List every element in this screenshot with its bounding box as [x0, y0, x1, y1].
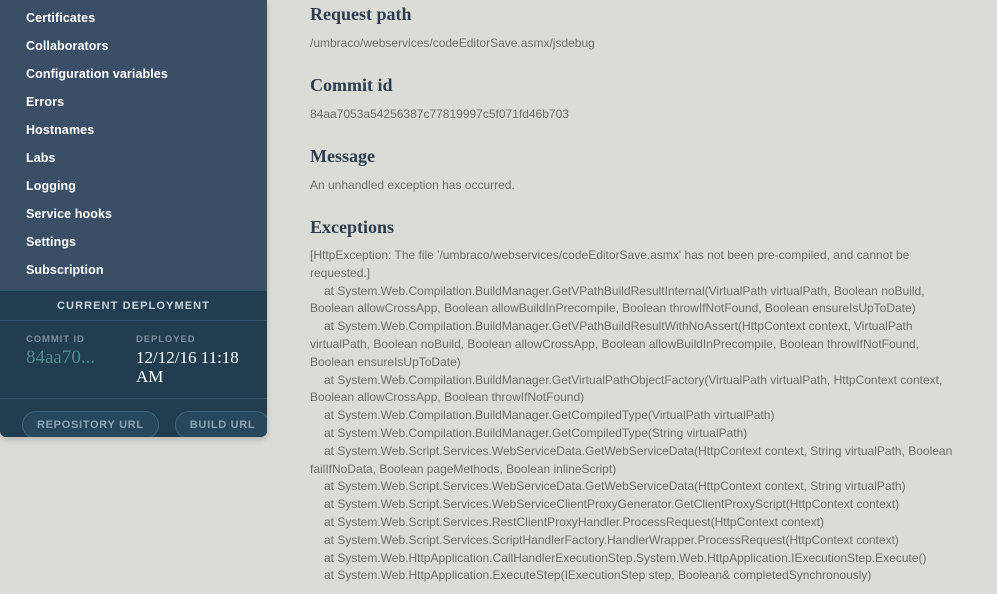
current-deployment-panel: CURRENT DEPLOYMENT COMMIT ID 84aa70... D… — [0, 290, 267, 437]
sidebar-nav: Certificates Collaborators Configuration… — [0, 0, 267, 290]
deployment-actions: REPOSITORY URL BUILD URL — [0, 399, 267, 437]
commit-id-value[interactable]: 84aa70... — [26, 348, 136, 367]
sidebar-item-configuration-variables[interactable]: Configuration variables — [0, 60, 267, 88]
commit-id-title: Commit id — [310, 75, 393, 95]
sidebar-item-hostnames[interactable]: Hostnames — [0, 116, 267, 144]
stack-trace-line: at System.Web.Script.Services.ScriptHand… — [324, 532, 899, 547]
exceptions-title: Exceptions — [310, 217, 395, 237]
exception-stack-trace: [HttpException: The file '/umbraco/webse… — [310, 247, 960, 585]
message-title: Message — [310, 146, 375, 166]
stack-trace-line: at System.Web.Script.Services.WebService… — [324, 497, 900, 512]
sidebar-item-subscription[interactable]: Subscription — [0, 256, 267, 284]
stack-trace-line: at System.Web.Script.Services.WebService… — [310, 443, 953, 476]
commit-id-section: Commit id 84aa7053a54256387c77819997c5f0… — [310, 75, 960, 123]
sidebar-item-errors[interactable]: Errors — [0, 88, 267, 116]
commit-id-label: COMMIT ID — [26, 334, 85, 345]
error-details-content: Request path /umbraco/webservices/codeEd… — [310, 0, 960, 585]
sidebar-item-collaborators[interactable]: Collaborators — [0, 32, 267, 60]
repository-url-button[interactable]: REPOSITORY URL — [22, 411, 159, 437]
deployment-details: COMMIT ID 84aa70... DEPLOYED 12/12/16 11… — [0, 321, 267, 399]
request-path-section: Request path /umbraco/webservices/codeEd… — [310, 4, 960, 52]
deployed-label: DEPLOYED — [136, 334, 196, 345]
stack-trace-line: at System.Web.Compilation.BuildManager.G… — [310, 283, 925, 316]
sidebar: Certificates Collaborators Configuration… — [0, 0, 267, 437]
sidebar-item-certificates[interactable]: Certificates — [0, 4, 267, 32]
commit-id-value-full: 84aa7053a54256387c77819997c5f071fd46b703 — [310, 107, 569, 121]
request-path-value: /umbraco/webservices/codeEditorSave.asmx… — [310, 36, 595, 50]
stack-trace-line: at System.Web.Compilation.BuildManager.G… — [310, 372, 943, 405]
sidebar-item-labs[interactable]: Labs — [0, 144, 267, 172]
request-path-title: Request path — [310, 4, 412, 24]
stack-trace-line: at System.Web.Compilation.BuildManager.G… — [324, 425, 748, 440]
exception-header: [HttpException: The file '/umbraco/webse… — [310, 248, 910, 280]
stack-trace-line: at System.Web.HttpApplication.ExecuteSte… — [324, 568, 872, 583]
sidebar-item-settings[interactable]: Settings — [0, 228, 267, 256]
build-url-button[interactable]: BUILD URL — [174, 411, 267, 437]
stack-trace-line: at System.Web.Script.Services.RestClient… — [324, 514, 824, 529]
sidebar-item-service-hooks[interactable]: Service hooks — [0, 200, 267, 228]
sidebar-item-logging[interactable]: Logging — [0, 172, 267, 200]
exceptions-section: Exceptions [HttpException: The file '/um… — [310, 217, 960, 585]
stack-trace-line: at System.Web.HttpApplication.CallHandle… — [324, 550, 927, 565]
message-value: An unhandled exception has occurred. — [310, 178, 515, 192]
deployment-panel-header: CURRENT DEPLOYMENT — [0, 290, 267, 321]
stack-trace-line: at System.Web.Script.Services.WebService… — [324, 479, 906, 494]
message-section: Message An unhandled exception has occur… — [310, 146, 960, 194]
stack-trace-line: at System.Web.Compilation.BuildManager.G… — [310, 319, 920, 369]
deployment-commit-column: COMMIT ID 84aa70... — [26, 334, 136, 386]
deployed-value: 12/12/16 11:18 AM — [136, 348, 239, 386]
deployment-deployed-column: DEPLOYED 12/12/16 11:18 AM — [136, 334, 261, 386]
stack-trace-line: at System.Web.Compilation.BuildManager.G… — [324, 408, 775, 423]
